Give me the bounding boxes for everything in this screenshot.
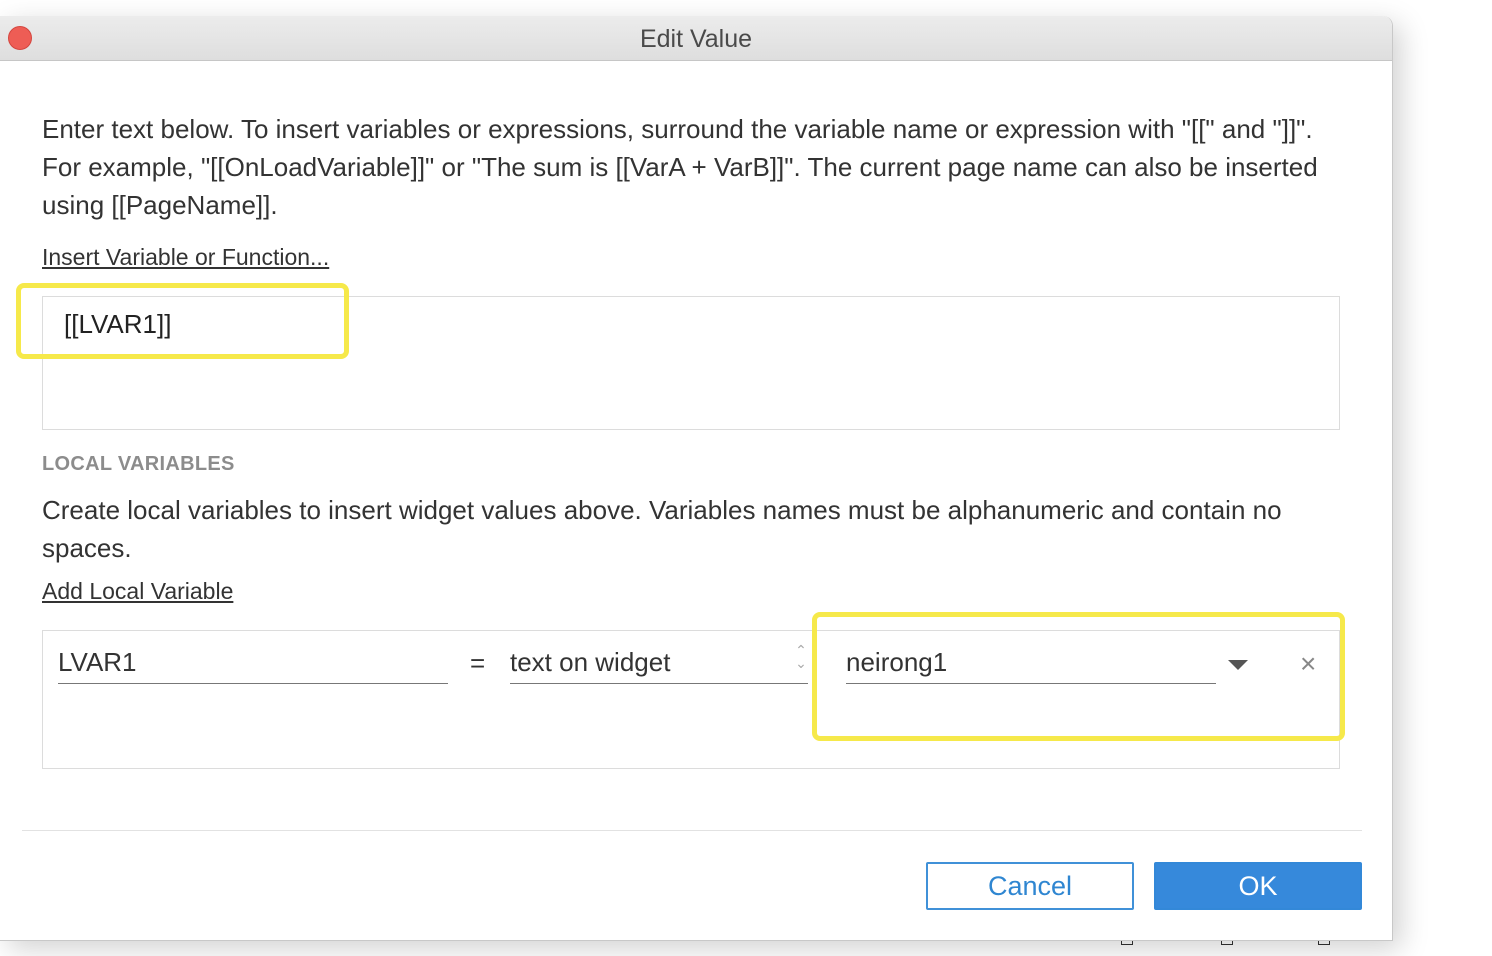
- up-down-stepper-icon[interactable]: ⌃ ⌄: [792, 643, 810, 676]
- local-variables-heading: LOCAL VARIABLES: [42, 453, 235, 475]
- equals-sign: =: [470, 648, 486, 678]
- title-bar: Edit Value: [0, 16, 1392, 61]
- edit-value-dialog: Edit Value Enter text below. To insert v…: [0, 16, 1393, 941]
- footer-divider: [22, 830, 1362, 831]
- highlight-box-value: [16, 283, 349, 359]
- add-local-variable-link[interactable]: Add Local Variable: [42, 578, 233, 605]
- variable-name-input[interactable]: LVAR1: [58, 646, 448, 684]
- local-variables-description: Create local variables to insert widget …: [42, 495, 1282, 563]
- cancel-button[interactable]: Cancel: [926, 862, 1134, 910]
- insert-variable-link[interactable]: Insert Variable or Function...: [42, 244, 329, 271]
- ok-button[interactable]: OK: [1154, 862, 1362, 910]
- instructions-text: Enter text below. To insert variables or…: [42, 114, 1318, 220]
- variable-source-select[interactable]: text on widget: [510, 646, 808, 684]
- highlight-box-widget: [812, 612, 1345, 741]
- window-title: Edit Value: [639, 25, 753, 53]
